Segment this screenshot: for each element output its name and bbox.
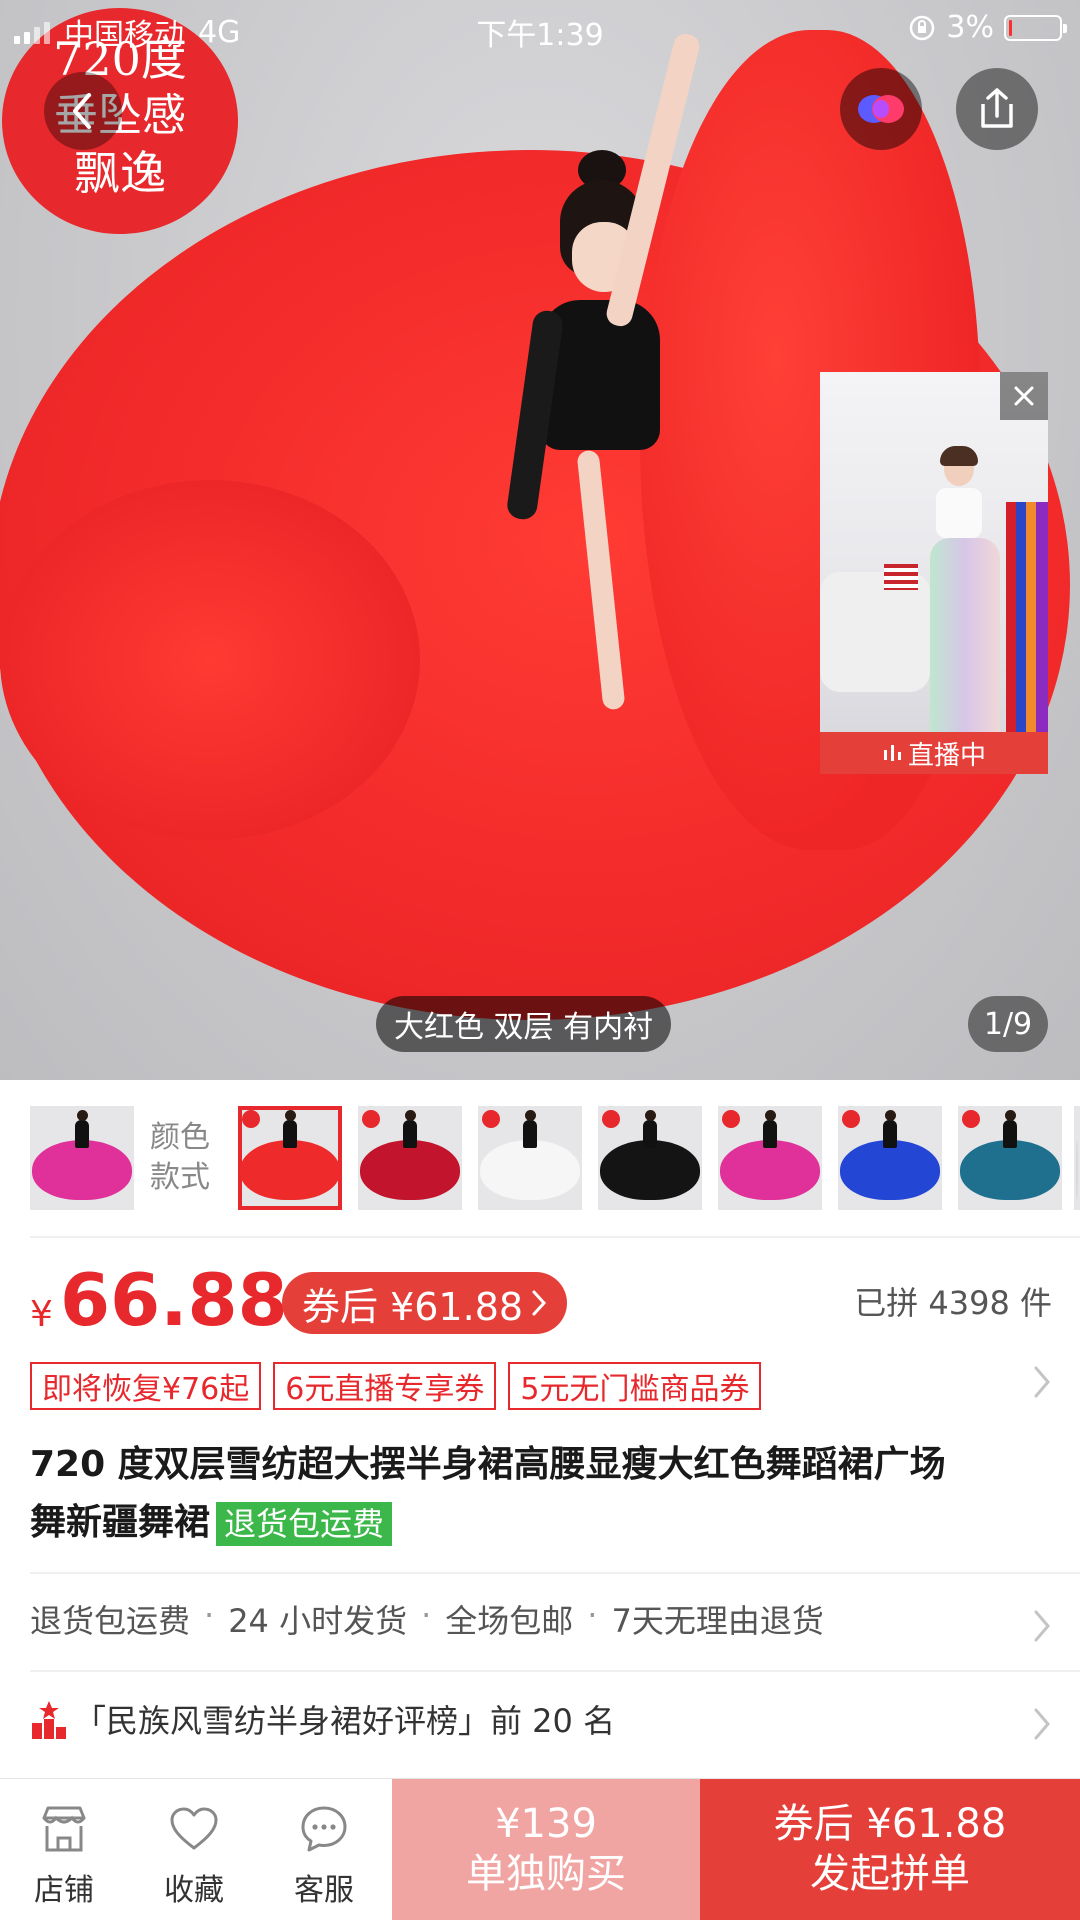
- rotation-lock-icon: [910, 15, 935, 40]
- divider: [30, 1572, 1080, 1574]
- chat-bubble-icon: [301, 1806, 347, 1852]
- chevron-right-icon[interactable]: [1032, 1364, 1052, 1400]
- coupon-tag-restore[interactable]: 即将恢复¥76起: [30, 1362, 262, 1410]
- group-label: 发起拼单: [810, 1851, 970, 1897]
- buy-single-button[interactable]: ¥139 单独购买: [392, 1779, 700, 1920]
- status-bar: 中国移动 4G 下午1:39 3%: [0, 0, 1080, 56]
- chevron-right-icon[interactable]: [1032, 1706, 1052, 1742]
- group-price: 券后 ¥61.88: [773, 1801, 1007, 1847]
- separator-dot: ·: [587, 1596, 598, 1634]
- close-live-button[interactable]: [1000, 372, 1048, 420]
- free-return-tag: 退货包运费: [216, 1502, 393, 1546]
- swatch-white[interactable]: [478, 1106, 582, 1210]
- back-button[interactable]: [44, 72, 122, 150]
- live-host: [930, 446, 1000, 752]
- swatch-more[interactable]: [1074, 1106, 1080, 1210]
- divider: [30, 1236, 1080, 1238]
- separator-dot: ·: [204, 1596, 215, 1634]
- promo-line-3: 飘逸: [74, 146, 166, 200]
- coupon-price-label: 券后 ¥61.88: [302, 1284, 524, 1329]
- chevron-left-icon: [73, 93, 91, 129]
- favorite-label: 收藏: [164, 1873, 224, 1908]
- swatch-label-line-1: 颜色: [150, 1120, 210, 1155]
- currency-symbol: ¥: [30, 1294, 53, 1335]
- customer-service-label: 客服: [294, 1873, 354, 1908]
- price-row: ¥ 66.88 券后 ¥61.88 已拼 4398 件: [30, 1258, 1060, 1348]
- swatch-label: 颜色 款式: [150, 1118, 220, 1198]
- ranking-row[interactable]: 「民族风雪纺半身裙好评榜」前 20 名: [30, 1696, 615, 1742]
- ranking-podium-icon: [32, 1701, 66, 1739]
- live-sofa: [820, 572, 930, 692]
- swatch-red-selected[interactable]: [238, 1106, 342, 1210]
- store-button[interactable]: 店铺: [4, 1799, 124, 1909]
- product-title-line-2: 舞新疆舞裙: [30, 1502, 211, 1543]
- live-bars-icon: [883, 745, 901, 761]
- red-skirt-fold-left: [0, 480, 420, 840]
- share-icon: [981, 88, 1013, 128]
- service-item: 24 小时发货: [228, 1602, 408, 1640]
- sku-caption: 大红色 双层 有内衬: [376, 996, 672, 1052]
- bottom-action-bar: 店铺 收藏 客服 ¥139 单独购买 券后 ¥61.88 发起拼单: [0, 1778, 1080, 1920]
- live-status-bar: 直播中: [820, 732, 1048, 774]
- favorite-shop-button[interactable]: [840, 68, 922, 150]
- swatch-blue[interactable]: [838, 1106, 942, 1210]
- swatch-black[interactable]: [598, 1106, 702, 1210]
- start-group-buy-button[interactable]: 券后 ¥61.88 发起拼单: [700, 1779, 1080, 1920]
- dancer-figure: [505, 31, 702, 711]
- swatch-teal[interactable]: [958, 1106, 1062, 1210]
- live-stream-window[interactable]: 直播中: [820, 372, 1048, 774]
- live-rack: [1006, 502, 1048, 742]
- service-item: 7天无理由退货: [611, 1602, 824, 1640]
- product-title: 720 度双层雪纺超大摆半身裙高腰显瘦大红色舞蹈裙广场 舞新疆舞裙 退货包运费: [30, 1436, 1030, 1552]
- separator-dot: ·: [421, 1596, 432, 1634]
- single-price: ¥139: [495, 1801, 597, 1847]
- live-label: 直播中: [907, 740, 986, 771]
- service-item: 全场包邮: [445, 1602, 574, 1640]
- store-icon: [42, 1806, 86, 1852]
- battery-percent: 3%: [946, 10, 994, 45]
- product-title-line-1: 720 度双层雪纺超大摆半身裙高腰显瘦大红色舞蹈裙广场: [30, 1444, 946, 1485]
- swatch-label-line-2: 款式: [150, 1160, 210, 1195]
- service-guarantees[interactable]: 退货包运费 · 24 小时发货 · 全场包邮 · 7天无理由退货: [30, 1596, 824, 1642]
- store-label: 店铺: [34, 1873, 94, 1908]
- swatch-rose[interactable]: [30, 1106, 134, 1210]
- coupon-tags[interactable]: 即将恢复¥76起 6元直播专享券 5元无门槛商品券: [30, 1362, 762, 1410]
- color-swatch-strip: 颜色 款式: [0, 1098, 1080, 1218]
- customer-service-button[interactable]: 客服: [264, 1799, 384, 1909]
- ranking-text: 「民族风雪纺半身裙好评榜」前 20 名: [74, 1702, 616, 1740]
- favorite-button[interactable]: 收藏: [134, 1799, 254, 1909]
- chevron-right-icon[interactable]: [1032, 1608, 1052, 1644]
- divider: [30, 1670, 1080, 1672]
- service-item: 退货包运费: [30, 1602, 191, 1640]
- coupon-tag-live[interactable]: 6元直播专享券: [273, 1362, 497, 1410]
- coupon-tag-no-threshold[interactable]: 5元无门槛商品券: [508, 1362, 762, 1410]
- swatch-rose-2[interactable]: [718, 1106, 822, 1210]
- brand-heart-icon: [858, 95, 904, 123]
- product-image-carousel[interactable]: 中国移动 4G 下午1:39 3% 720度 垂坠感 飘逸 直播中 大红色 双层…: [0, 0, 1080, 1080]
- heart-icon: [170, 1807, 218, 1850]
- live-flag: [884, 564, 918, 590]
- swatch-wine[interactable]: [358, 1106, 462, 1210]
- sold-count: 已拼 4398 件: [854, 1284, 1052, 1322]
- share-button[interactable]: [956, 68, 1038, 150]
- image-counter: 1/9: [968, 996, 1048, 1052]
- battery-icon: [1004, 14, 1067, 41]
- price: 66.88: [60, 1258, 288, 1342]
- close-icon: [1014, 386, 1034, 406]
- coupon-price-button[interactable]: 券后 ¥61.88: [282, 1272, 568, 1334]
- chevron-right-icon: [532, 1290, 547, 1316]
- single-label: 单独购买: [466, 1851, 626, 1897]
